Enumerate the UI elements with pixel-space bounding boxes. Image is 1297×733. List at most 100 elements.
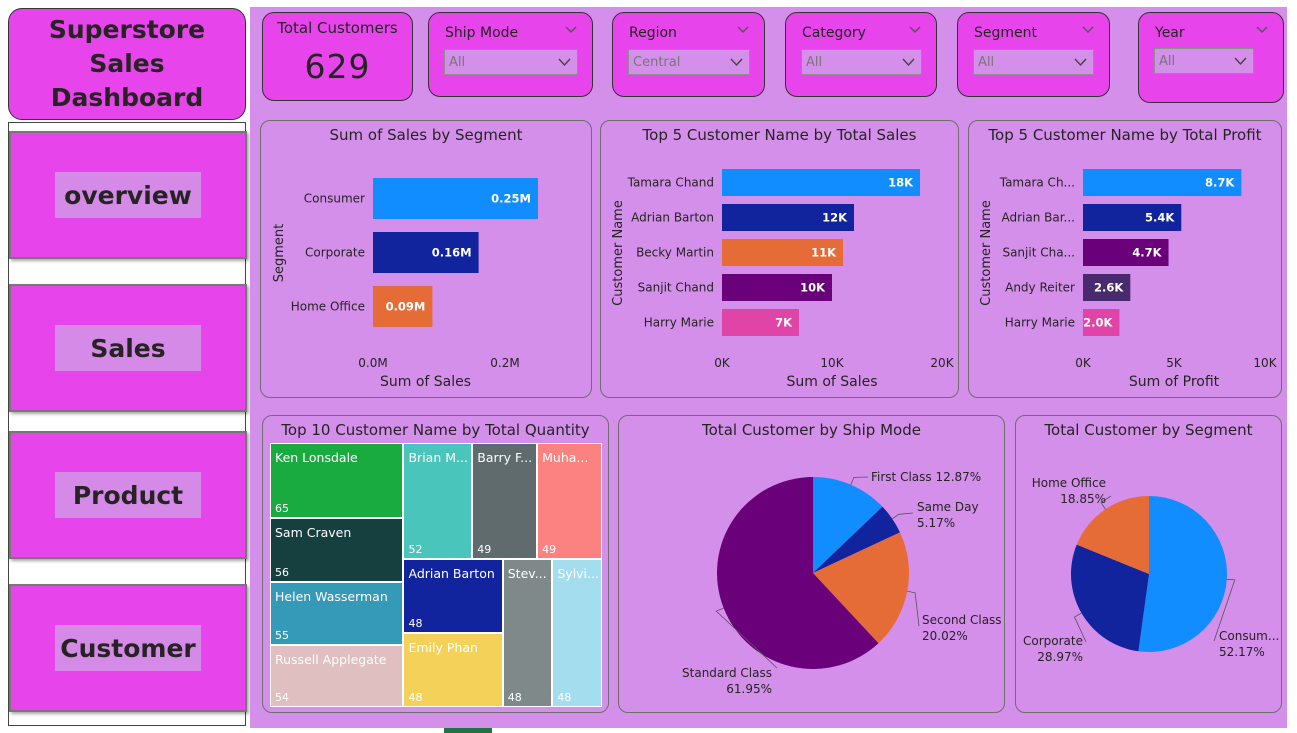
nav-panel: overview Sales Product Customer [8, 122, 247, 726]
treemap-tile[interactable]: Stev... 48 [502, 558, 553, 707]
kpi-title: Total Customers [277, 19, 398, 37]
chart-top5-profit: Top 5 Customer Name by Total Profit Tama… [968, 120, 1282, 398]
nav-button-overview[interactable]: overview [9, 131, 247, 259]
y-axis-label: Customer Name [611, 200, 626, 306]
slice-label: First Class 12.87% [871, 470, 981, 484]
category-label: Sanjit Cha... [1002, 246, 1075, 260]
slicer-title: Segment [974, 25, 1037, 41]
treemap-tile[interactable]: Russell Applegate 54 [270, 645, 404, 707]
chart-customer-by-ship-mode: Total Customer by Ship Mode First Class … [618, 415, 1005, 713]
category-label: Corporate [305, 246, 365, 260]
tile-value: 48 [408, 616, 423, 630]
chevron-down-icon[interactable] [908, 25, 922, 35]
pie-chart-svg: First Class 12.87% Same Day 5.17% Second Cl… [682, 470, 1002, 696]
slicer-dropdown[interactable]: All [801, 49, 922, 75]
slicer-dropdown[interactable]: Central [628, 49, 750, 75]
slicer-dropdown[interactable]: All [1154, 48, 1254, 74]
data-label: 8.7K [1205, 176, 1235, 190]
chevron-down-icon [730, 58, 743, 67]
slice-label: Standard Class [682, 666, 772, 680]
treemap-tile[interactable]: Barry F... 49 [472, 443, 538, 559]
treemap-tile[interactable]: Helen Wasserman 55 [270, 581, 404, 645]
y-axis-label: Segment [272, 224, 287, 283]
treemap-tile[interactable]: Brian M... 52 [403, 443, 473, 559]
tile-value: 48 [507, 690, 522, 704]
nav-label-sales: Sales [55, 325, 201, 371]
nav-button-product[interactable]: Product [9, 431, 247, 559]
category-label: Tamara Chand [627, 176, 714, 190]
data-label: 0.16M [432, 246, 472, 260]
total-customers-card: Total Customers 629 [262, 12, 413, 101]
treemap-tile[interactable]: Sylvi... 48 [552, 558, 602, 707]
chevron-down-icon[interactable] [1081, 25, 1095, 35]
tile-value: 54 [275, 690, 289, 704]
bar-chart-svg: Tamara Ch... 8.7K Adrian Bar... 5.4K Sanjit … [979, 169, 1278, 390]
slicer-dropdown[interactable]: All [444, 49, 578, 75]
category-label: Tamara Ch... [999, 176, 1075, 190]
tile-name: Sylvi... [557, 565, 599, 581]
slice-percent: 28.97% [1037, 650, 1083, 664]
bar-chart-svg: Tamara Chand 18K Adrian Barton 12K Becky Mar… [611, 169, 955, 390]
nav-label-product: Product [55, 472, 201, 518]
tile-name: Stev... [507, 565, 547, 581]
category-label: Sanjit Chand [638, 281, 714, 295]
chart-top5-sales: Top 5 Customer Name by Total Sales Tamar… [600, 120, 959, 398]
nav-button-customer[interactable]: Customer [9, 584, 247, 712]
tile-name: Emily Phan [408, 639, 478, 655]
active-page-tab[interactable] [444, 728, 492, 733]
tile-name: Russell Applegate [275, 652, 387, 668]
data-label: 18K [888, 176, 914, 190]
slice-percent: 5.17% [917, 516, 955, 530]
treemap-tile[interactable]: Adrian Barton 48 [403, 558, 503, 633]
tile-value: 48 [557, 690, 572, 704]
tile-value: 65 [275, 501, 289, 515]
slicer-category: Category All [785, 12, 937, 97]
leader-line [892, 512, 914, 520]
chevron-down-icon [1234, 57, 1247, 66]
tile-value: 48 [408, 690, 423, 704]
category-label: Andy Reiter [1005, 281, 1075, 295]
x-axis-label: Sum of Sales [380, 374, 471, 390]
slicer-value: All [978, 55, 995, 70]
data-label: 5.4K [1145, 211, 1175, 225]
category-label: Home Office [291, 300, 365, 314]
category-label: Consumer [304, 192, 365, 206]
slicer-year: Year All [1138, 12, 1284, 103]
tile-name: Brian M... [408, 450, 468, 465]
x-tick-label: 5K [1166, 356, 1183, 370]
tile-value: 49 [477, 542, 492, 556]
slice-label: Same Day [917, 500, 979, 514]
nav-button-sales[interactable]: Sales [9, 284, 247, 412]
slicer-title: Year [1155, 25, 1185, 41]
slicer-segment: Segment All [957, 12, 1110, 97]
treemap-tile[interactable]: Muha... 49 [537, 443, 602, 559]
pie-chart-svg: Consum... 52.17% Corporate 28.97% Home Offic… [1023, 476, 1279, 664]
chart-customer-by-segment: Total Customer by Segment Consum... 52.17… [1015, 415, 1282, 713]
treemap-tile[interactable]: Sam Craven 56 [270, 517, 404, 582]
tile-value: 56 [275, 565, 289, 579]
tile-value: 52 [408, 542, 423, 556]
treemap-tile[interactable]: Ken Lonsdale 65 [270, 443, 404, 518]
slicer-title: Region [629, 25, 677, 41]
category-label: Adrian Bar... [1001, 211, 1075, 225]
bar-chart-svg: Consumer 0.25M Corporate 0.16M Home Office 0.… [272, 178, 538, 390]
slice-label: Home Office [1032, 476, 1106, 490]
chevron-down-icon[interactable] [564, 25, 578, 35]
tile-value: 55 [275, 629, 289, 642]
tile-value: 49 [542, 542, 557, 556]
data-label: 7K [775, 316, 793, 330]
nav-label-customer: Customer [55, 625, 201, 671]
tile-name: Adrian Barton [408, 565, 495, 581]
x-axis-label: Sum of Sales [786, 374, 877, 390]
dashboard-title-card: Superstore Sales Dashboard [8, 8, 246, 120]
treemap-tile[interactable]: Emily Phan 48 [403, 632, 503, 707]
chevron-down-icon[interactable] [1255, 25, 1269, 35]
chart-title: Top 10 Customer Name by Total Quantity [281, 421, 590, 439]
slice-label: Corporate [1023, 634, 1083, 648]
slice-percent: 20.02% [922, 629, 968, 643]
slicer-dropdown[interactable]: All [973, 49, 1094, 75]
chevron-down-icon[interactable] [736, 25, 750, 35]
category-label: Harry Marie [1005, 316, 1075, 330]
tile-name: Barry F... [477, 450, 533, 465]
pie-slice[interactable] [1138, 496, 1228, 652]
